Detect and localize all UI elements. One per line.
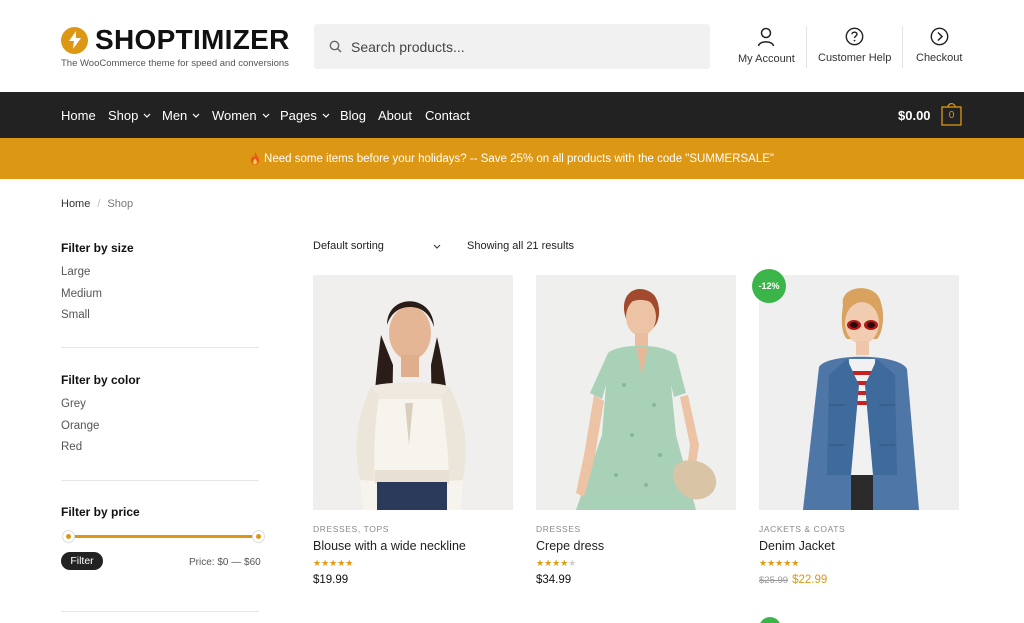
checkout-label: Checkout [916,52,963,64]
search-bar [314,24,710,69]
nav-item-label: Women [212,108,257,123]
site-header: SHOPTIMIZER The WooCommerce theme for sp… [0,0,1024,92]
promo-banner: Need some items before your holidays? --… [0,138,1024,179]
user-icon [758,27,775,47]
nav-item-blog[interactable]: Blog [340,108,366,123]
cart-total[interactable]: $0.00 [898,108,931,123]
breadcrumb-separator: / [97,198,101,210]
nav-item-shop[interactable]: Shop [108,108,151,123]
product-image[interactable] [313,275,513,510]
sidebar-divider [61,347,259,348]
product-price: $25.99 $22.99 [759,574,827,586]
logo-text: SHOPTIMIZER [95,24,290,55]
nav-item-label: About [378,108,412,123]
nav-item-men[interactable]: Men [162,108,200,123]
help-circle-icon [845,27,864,46]
my-account-link[interactable]: My Account [738,27,795,65]
price-range-label: Price: $0 — $60 [189,557,261,568]
rating-stars: ★★★★★ [536,558,577,568]
sale-badge: -12% [752,269,786,303]
sale-price: $22.99 [792,574,828,586]
filter-color-title: Filter by color [61,373,141,387]
results-count: Showing all 21 results [467,240,575,252]
product-category[interactable]: DRESSES, TOPS [313,524,389,534]
nav-item-pages[interactable]: Pages [280,108,330,123]
price-slider-track[interactable] [68,535,258,538]
filter-size-large[interactable]: Large [61,266,90,278]
checkout-link[interactable]: Checkout [916,27,962,64]
product-price: $34.99 [536,574,571,586]
customer-help-label: Customer Help [818,52,892,64]
product-card[interactable]: DRESSES Crepe dress ★★★★★ $34.99 [536,275,736,586]
rating-stars: ★★★★★ [759,558,800,568]
tagline: The WooCommerce theme for speed and conv… [61,58,289,69]
product-category[interactable]: JACKETS & COATS [759,524,845,534]
fire-icon [251,152,260,165]
filter-color-orange[interactable]: Orange [61,420,99,432]
rating-stars: ★★★★★ [313,558,354,568]
nav-item-label: Men [162,108,188,123]
nav-item-label: Shop [108,108,139,123]
product-title[interactable]: Crepe dress [536,539,604,553]
chevron-down-icon [143,113,151,118]
breadcrumb-home[interactable]: Home [61,198,90,210]
nav-item-label: Home [61,108,96,123]
product-image[interactable] [536,275,736,510]
product-image[interactable] [759,275,959,510]
price-value: $19.99 [313,574,349,586]
search-icon [328,40,342,54]
old-price: $25.99 [759,575,789,586]
sidebar-divider [61,611,259,612]
product-price: $19.99 [313,574,348,586]
filter-size-small[interactable]: Small [61,309,90,321]
header-divider [902,26,903,68]
search-input[interactable] [351,38,691,55]
chevron-down-icon [433,244,441,249]
nav-item-label: Blog [340,108,367,123]
price-slider-min-handle[interactable] [62,530,75,543]
nav-item-home[interactable]: Home [61,108,96,123]
sidebar-divider [61,480,259,481]
filter-size-title: Filter by size [61,241,134,255]
filter-color-red[interactable]: Red [61,441,82,453]
product-category[interactable]: DRESSES [536,524,581,534]
breadcrumb: Home / Shop [61,198,133,210]
product-title[interactable]: Denim Jacket [759,539,835,553]
breadcrumb-current: Shop [107,198,134,210]
filter-button[interactable]: Filter [61,552,103,570]
price-slider-max-handle[interactable] [252,530,265,543]
nav-item-about[interactable]: About [378,108,412,123]
filter-color-grey[interactable]: Grey [61,398,86,410]
nav-item-label: Contact [425,108,470,123]
sorting-value: Default sorting [313,240,384,252]
my-account-label: My Account [738,53,795,65]
filter-price-title: Filter by price [61,505,140,519]
chevron-down-icon [192,113,200,118]
product-card[interactable]: DRESSES, TOPS Blouse with a wide necklin… [313,275,513,586]
nav-item-women[interactable]: Women [212,108,270,123]
logo[interactable]: SHOPTIMIZER [61,26,290,54]
main-navigation: Home Shop Men Women Pages Blog About Con… [0,92,1024,138]
sale-badge [759,617,781,623]
header-divider [806,26,807,68]
nav-item-label: Pages [280,108,317,123]
lightning-icon [61,26,88,54]
arrow-right-circle-icon [930,27,949,46]
filter-size-medium[interactable]: Medium [61,288,102,300]
price-value: $34.99 [536,574,572,586]
chevron-down-icon [262,113,269,118]
product-card[interactable]: JACKETS & COATS Denim Jacket ★★★★★ $25.9… [759,275,959,586]
customer-help-link[interactable]: Customer Help [818,27,891,64]
sorting-select[interactable]: Default sorting [313,240,441,252]
chevron-down-icon [322,113,330,118]
cart-count: 0 [948,110,955,121]
product-title[interactable]: Blouse with a wide neckline [313,539,466,553]
nav-item-contact[interactable]: Contact [425,108,470,123]
promo-text: Need some items before your holidays? --… [264,152,774,165]
